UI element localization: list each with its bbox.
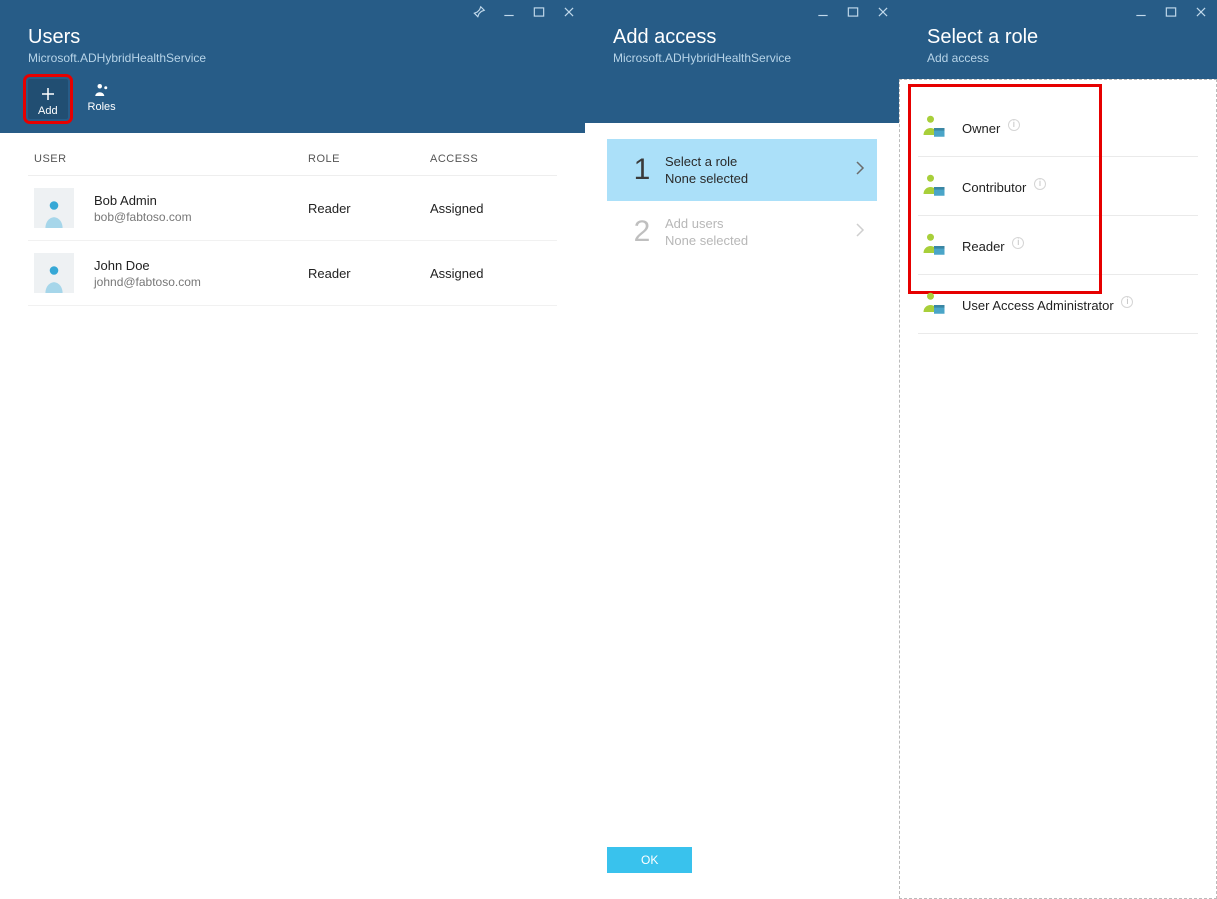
step-add-users[interactable]: 2 Add users None selected — [607, 201, 877, 263]
info-icon[interactable]: i — [1121, 296, 1133, 308]
plus-icon — [39, 83, 57, 105]
user-access: Assigned — [430, 201, 557, 216]
maximize-icon[interactable] — [845, 4, 861, 20]
roles-button[interactable]: Roles — [86, 79, 118, 119]
info-icon[interactable]: i — [1012, 237, 1024, 249]
avatar — [34, 188, 74, 228]
minimize-icon[interactable] — [815, 4, 831, 20]
ok-bar: OK — [585, 835, 899, 899]
table-row[interactable]: Bob Admin bob@fabtoso.com Reader Assigne… — [28, 176, 557, 241]
col-user-header: USER — [28, 153, 308, 165]
role-label: Reader — [962, 238, 1005, 253]
close-icon[interactable] — [1193, 4, 1209, 20]
select-role-subtitle: Add access — [927, 51, 1189, 65]
roles-icon — [93, 79, 111, 101]
ok-button[interactable]: OK — [607, 847, 692, 873]
user-name: John Doe — [94, 258, 201, 273]
users-title: Users — [28, 26, 557, 49]
step-select-role[interactable]: 1 Select a role None selected — [607, 139, 877, 201]
user-access: Assigned — [430, 266, 557, 281]
window-controls — [471, 4, 577, 20]
roles-body: Owner i Contributor i Reader — [899, 79, 1217, 899]
role-label: Contributor — [962, 179, 1026, 194]
user-name: Bob Admin — [94, 193, 192, 208]
users-table: USER ROLE ACCESS Bob Admin bob@fabtoso.c… — [0, 133, 585, 306]
add-button[interactable]: Add — [28, 79, 68, 119]
minimize-icon[interactable] — [501, 4, 517, 20]
add-button-label: Add — [38, 105, 58, 117]
minimize-icon[interactable] — [1133, 4, 1149, 20]
user-email: johnd@fabtoso.com — [94, 275, 201, 289]
role-icon — [920, 291, 948, 317]
users-toolbar: Add Roles — [28, 79, 557, 133]
add-access-header: Add access Microsoft.ADHybridHealthServi… — [585, 0, 899, 123]
step-title: Add users — [665, 216, 855, 231]
select-role-header: Select a role Add access — [899, 0, 1217, 79]
step-title: Select a role — [665, 154, 855, 169]
user-role: Reader — [308, 201, 430, 216]
window-controls — [1133, 4, 1209, 20]
role-contributor[interactable]: Contributor i — [918, 157, 1198, 216]
col-role-header: ROLE — [308, 153, 430, 165]
users-blade-header: Users Microsoft.ADHybridHealthService Ad… — [0, 0, 585, 133]
pin-icon[interactable] — [471, 4, 487, 20]
info-icon[interactable]: i — [1008, 119, 1020, 131]
role-icon — [920, 114, 948, 140]
users-subtitle: Microsoft.ADHybridHealthService — [28, 51, 557, 65]
user-role: Reader — [308, 266, 430, 281]
maximize-icon[interactable] — [531, 4, 547, 20]
info-icon[interactable]: i — [1034, 178, 1046, 190]
select-role-blade: Select a role Add access Owner i — [899, 0, 1217, 899]
role-user-access-admin[interactable]: User Access Administrator i — [918, 275, 1198, 334]
select-role-title: Select a role — [927, 26, 1189, 49]
close-icon[interactable] — [875, 4, 891, 20]
users-table-header: USER ROLE ACCESS — [28, 153, 557, 176]
roles-button-label: Roles — [88, 101, 116, 113]
role-icon — [920, 232, 948, 258]
add-access-blade: Add access Microsoft.ADHybridHealthServi… — [585, 0, 899, 899]
step-subtitle: None selected — [665, 233, 855, 248]
add-access-steps: 1 Select a role None selected 2 Add user… — [585, 123, 899, 835]
add-access-subtitle: Microsoft.ADHybridHealthService — [613, 51, 871, 65]
role-label: Owner — [962, 120, 1000, 135]
avatar — [34, 253, 74, 293]
col-access-header: ACCESS — [430, 153, 557, 165]
close-icon[interactable] — [561, 4, 577, 20]
chevron-right-icon — [855, 222, 865, 243]
users-blade: Users Microsoft.ADHybridHealthService Ad… — [0, 0, 585, 899]
role-owner[interactable]: Owner i — [918, 98, 1198, 157]
table-row[interactable]: John Doe johnd@fabtoso.com Reader Assign… — [28, 241, 557, 306]
step-number: 1 — [625, 153, 659, 187]
user-email: bob@fabtoso.com — [94, 210, 192, 224]
add-access-title: Add access — [613, 26, 871, 49]
maximize-icon[interactable] — [1163, 4, 1179, 20]
step-subtitle: None selected — [665, 171, 855, 186]
role-icon — [920, 173, 948, 199]
window-controls — [815, 4, 891, 20]
step-number: 2 — [625, 215, 659, 249]
role-label: User Access Administrator — [962, 297, 1114, 312]
role-reader[interactable]: Reader i — [918, 216, 1198, 275]
chevron-right-icon — [855, 160, 865, 181]
